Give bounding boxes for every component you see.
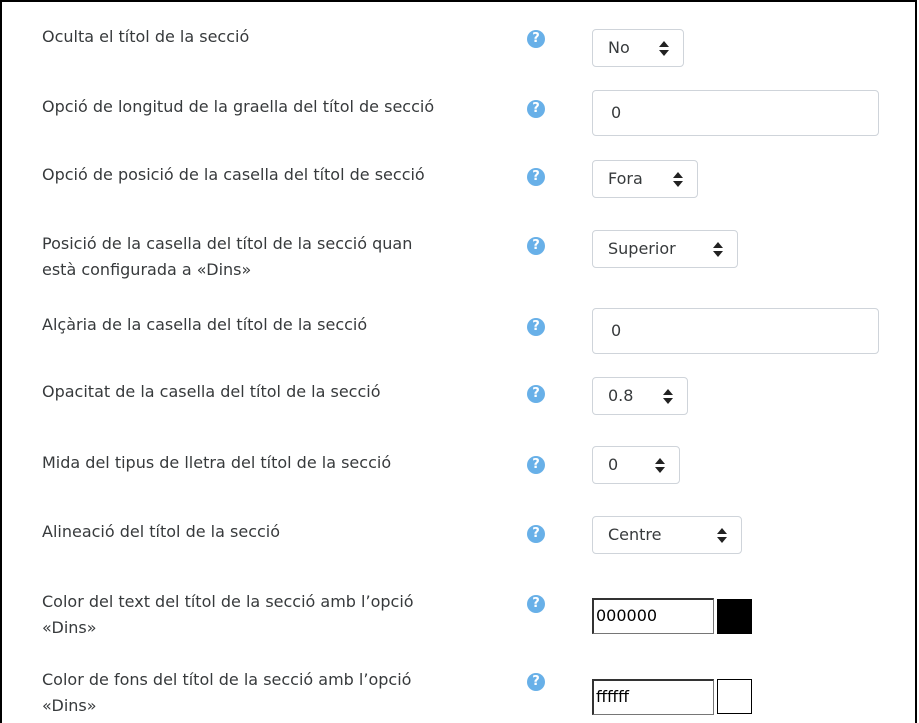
hide-title-select[interactable]: No bbox=[592, 29, 684, 67]
sort-arrows-icon bbox=[663, 389, 673, 404]
help-icon[interactable]: ? bbox=[527, 673, 545, 691]
setting-label-box-height: Alçària de la casella del títol de la se… bbox=[42, 315, 368, 334]
setting-label-hide-title: Oculta el títol de la secció bbox=[42, 27, 250, 46]
settings-panel: Oculta el títol de la secció ? No Opció … bbox=[0, 0, 917, 723]
setting-label-inside-position: Posició de la casella del títol de la se… bbox=[42, 234, 413, 279]
font-size-select[interactable]: 0 bbox=[592, 446, 680, 484]
box-height-input[interactable]: 0 bbox=[592, 308, 879, 354]
setting-label-box-opacity: Opacitat de la casella del títol de la s… bbox=[42, 382, 381, 401]
text-color-swatch[interactable] bbox=[717, 599, 752, 634]
sort-arrows-icon bbox=[659, 41, 669, 56]
box-opacity-select[interactable]: 0.8 bbox=[592, 377, 688, 415]
sort-arrows-icon bbox=[717, 528, 727, 543]
help-icon[interactable]: ? bbox=[527, 456, 545, 474]
help-icon[interactable]: ? bbox=[527, 168, 545, 186]
setting-label-background-color: Color de fons del títol de la secció amb… bbox=[42, 670, 412, 715]
help-icon[interactable]: ? bbox=[527, 595, 545, 613]
help-icon[interactable]: ? bbox=[527, 318, 545, 336]
sort-arrows-icon bbox=[655, 458, 665, 473]
help-icon[interactable]: ? bbox=[527, 237, 545, 255]
background-color-input[interactable]: ffffff bbox=[592, 679, 714, 715]
alignment-select[interactable]: Centre bbox=[592, 516, 742, 554]
background-color-swatch[interactable] bbox=[717, 679, 752, 714]
inside-position-select[interactable]: Superior bbox=[592, 230, 738, 268]
setting-label-font-size: Mida del tipus de lletra del títol de la… bbox=[42, 453, 392, 472]
help-icon[interactable]: ? bbox=[527, 385, 545, 403]
grid-length-input[interactable]: 0 bbox=[592, 90, 879, 136]
setting-label-text-color: Color del text del títol de la secció am… bbox=[42, 592, 414, 637]
setting-label-grid-length: Opció de longitud de la graella del títo… bbox=[42, 97, 435, 116]
sort-arrows-icon bbox=[673, 172, 683, 187]
setting-label-alignment: Alineació del títol de la secció bbox=[42, 522, 281, 541]
sort-arrows-icon bbox=[713, 242, 723, 257]
help-icon[interactable]: ? bbox=[527, 525, 545, 543]
box-position-select[interactable]: Fora bbox=[592, 160, 698, 198]
setting-label-box-position: Opció de posició de la casella del títol… bbox=[42, 165, 425, 184]
text-color-input[interactable]: 000000 bbox=[592, 598, 714, 634]
help-icon[interactable]: ? bbox=[527, 30, 545, 48]
help-icon[interactable]: ? bbox=[527, 100, 545, 118]
